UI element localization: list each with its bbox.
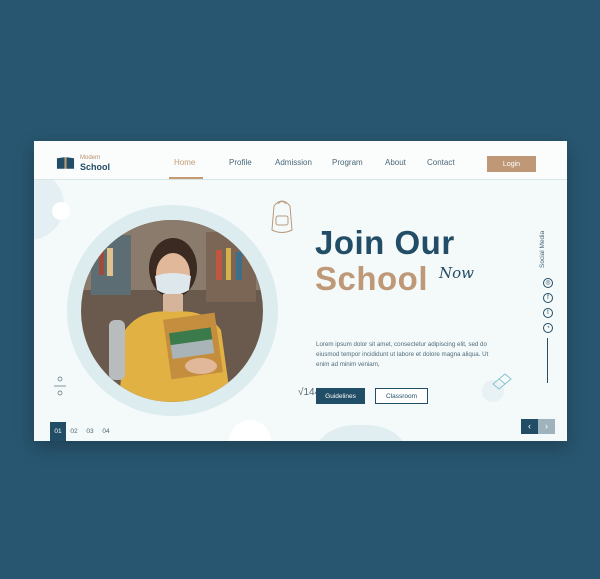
- shapes-doodle: [54, 376, 66, 396]
- headline-script: Now: [439, 264, 474, 282]
- prev-arrow-icon[interactable]: ‹: [521, 419, 538, 434]
- landing-card: Modern School Home Profile Admission Pro…: [34, 141, 567, 441]
- book-icon: [56, 156, 75, 169]
- nav-about[interactable]: About: [385, 158, 406, 167]
- brand-top: Modern: [80, 155, 101, 161]
- headline-line2: School: [315, 260, 429, 297]
- brand-name: School: [80, 162, 111, 172]
- hero-paragraph: Lorem ipsum dolor sit amet, consectetur …: [316, 341, 489, 368]
- student-photo: [81, 220, 263, 402]
- nav-home[interactable]: Home: [174, 158, 195, 167]
- nav-program[interactable]: Program: [332, 158, 363, 167]
- login-button[interactable]: Login: [487, 156, 536, 172]
- classroom-button[interactable]: Classroom: [375, 388, 428, 404]
- twitter-icon[interactable]: t: [543, 308, 553, 318]
- header: Modern School Home Profile Admission Pro…: [34, 141, 567, 180]
- nav-admission[interactable]: Admission: [275, 158, 312, 167]
- logo[interactable]: Modern School: [56, 154, 111, 172]
- backpack-icon: [271, 200, 293, 233]
- page-01[interactable]: 01: [50, 422, 66, 441]
- nav-contact[interactable]: Contact: [427, 158, 455, 167]
- deco-circle: [229, 420, 271, 441]
- instagram-icon[interactable]: ◎: [543, 278, 553, 288]
- deco-circle: [316, 425, 406, 441]
- facebook-icon[interactable]: f: [543, 293, 553, 303]
- headline-line1: Join Our: [315, 224, 455, 261]
- social-divider: [547, 338, 548, 383]
- social-media-label: Social Media: [539, 230, 546, 268]
- eraser-icon: [492, 373, 512, 390]
- page-03[interactable]: 03: [82, 422, 98, 441]
- nav-active-indicator: [169, 177, 203, 179]
- hero-section: √144 Join Our School Now Lorem ipsum dol…: [34, 180, 567, 441]
- deco-circle: [52, 202, 70, 220]
- nav-profile[interactable]: Profile: [229, 158, 252, 167]
- guidelines-button[interactable]: Guidelines: [316, 388, 365, 404]
- whatsapp-icon[interactable]: ◔: [543, 323, 553, 333]
- page-02[interactable]: 02: [66, 422, 82, 441]
- next-arrow-icon[interactable]: ›: [538, 419, 555, 434]
- page-04[interactable]: 04: [98, 422, 114, 441]
- pagination: 01 02 03 04: [50, 422, 114, 441]
